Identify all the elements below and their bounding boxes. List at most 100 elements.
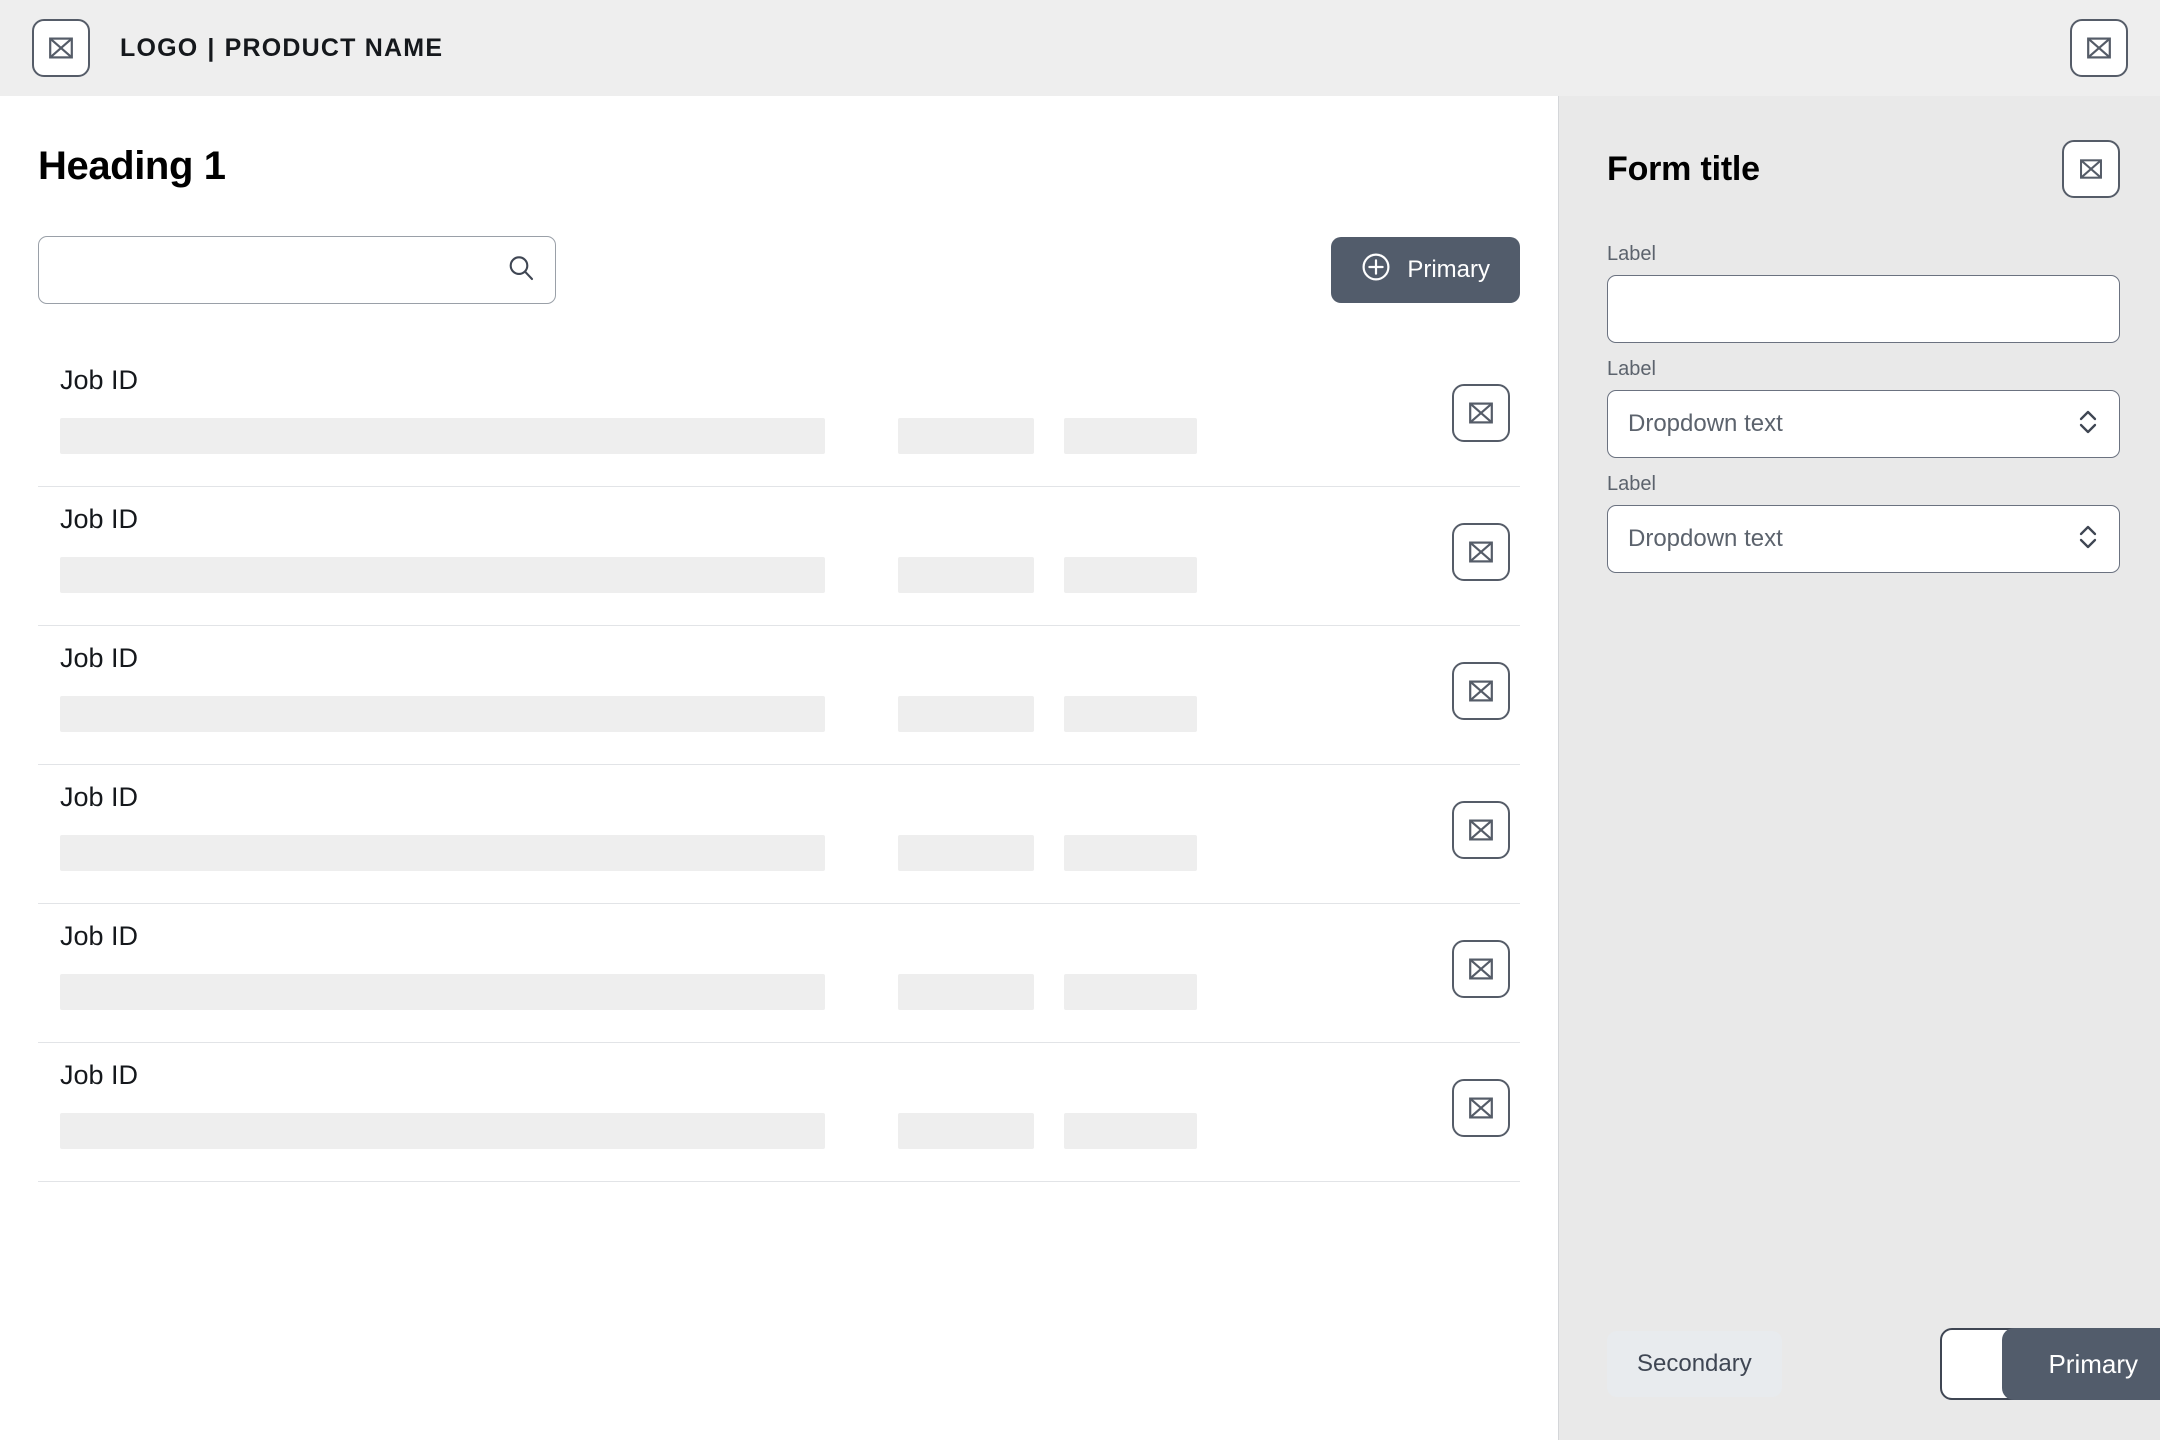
placeholder-bar-wide bbox=[60, 1113, 825, 1150]
secondary-button[interactable]: Secondary bbox=[1607, 1331, 1782, 1397]
placeholder-bar-small-1 bbox=[898, 835, 1034, 872]
row-action-button[interactable] bbox=[1452, 384, 1510, 442]
page-title: Heading 1 bbox=[38, 144, 226, 188]
logo-button[interactable] bbox=[32, 19, 90, 77]
search-icon[interactable] bbox=[505, 252, 537, 289]
table-row[interactable]: Job ID bbox=[38, 348, 1520, 487]
placeholder-bar-small-2 bbox=[1064, 1113, 1197, 1150]
row-placeholder-group bbox=[60, 418, 1398, 455]
job-id-label: Job ID bbox=[60, 782, 139, 812]
main-content: Heading 1 Primary Job ID Job ID Job ID J… bbox=[0, 96, 1558, 1440]
chevron-up-down-icon bbox=[2077, 522, 2099, 557]
field-label: Label bbox=[1607, 358, 1656, 380]
row-main-column: Job ID bbox=[38, 920, 1398, 1011]
plus-circle-icon bbox=[1361, 252, 1391, 289]
job-id-label: Job ID bbox=[60, 643, 139, 673]
add-primary-button-label: Primary bbox=[1407, 256, 1490, 283]
job-id-label: Job ID bbox=[60, 921, 139, 951]
field-label: Label bbox=[1607, 243, 1656, 265]
placeholder-bar-wide bbox=[60, 418, 825, 455]
dropdown-select-1[interactable]: Dropdown text bbox=[1607, 390, 2120, 458]
placeholder-bar-small-2 bbox=[1064, 418, 1197, 455]
placeholder-bar-small-2 bbox=[1064, 974, 1197, 1011]
brand-separator: | bbox=[207, 33, 216, 62]
row-placeholder-group bbox=[60, 835, 1398, 872]
row-main-column: Job ID bbox=[38, 1059, 1398, 1150]
placeholder-bar-small-1 bbox=[898, 974, 1034, 1011]
form-panel-header: Form title bbox=[1607, 140, 2120, 198]
brand-product-text: PRODUCT NAME bbox=[224, 33, 444, 62]
image-placeholder-icon bbox=[1468, 400, 1494, 426]
table-row[interactable]: Job ID bbox=[38, 487, 1520, 626]
row-main-column: Job ID bbox=[38, 503, 1398, 594]
search-box[interactable] bbox=[38, 236, 556, 304]
job-id-label: Job ID bbox=[60, 504, 139, 534]
row-action-button[interactable] bbox=[1452, 1079, 1510, 1137]
header-right-group bbox=[2070, 19, 2128, 77]
placeholder-bar-small-2 bbox=[1064, 835, 1197, 872]
row-placeholder-group bbox=[60, 1113, 1398, 1150]
placeholder-bar-wide bbox=[60, 696, 825, 733]
image-placeholder-icon bbox=[48, 35, 74, 61]
row-action-button[interactable] bbox=[1452, 801, 1510, 859]
add-primary-button[interactable]: Primary bbox=[1331, 237, 1520, 303]
row-placeholder-group bbox=[60, 696, 1398, 733]
dropdown-value: Dropdown text bbox=[1628, 525, 1783, 552]
placeholder-bar-wide bbox=[60, 835, 825, 872]
brand-title: LOGO | PRODUCT NAME bbox=[120, 34, 443, 63]
form-fields: Label Label Dropdown text Label Dropdown… bbox=[1607, 242, 2120, 587]
form-close-button[interactable] bbox=[2062, 140, 2120, 198]
row-main-column: Job ID bbox=[38, 364, 1398, 455]
form-title: Form title bbox=[1607, 149, 1760, 188]
footer-primary-group: Primary bbox=[1940, 1328, 2160, 1400]
placeholder-bar-wide bbox=[60, 557, 825, 594]
header-action-button[interactable] bbox=[2070, 19, 2128, 77]
job-list: Job ID Job ID Job ID Job ID Job ID Job I… bbox=[38, 348, 1520, 1182]
text-input-field[interactable] bbox=[1607, 275, 2120, 343]
image-placeholder-icon bbox=[1468, 1095, 1494, 1121]
placeholder-bar-small-1 bbox=[898, 418, 1034, 455]
row-main-column: Job ID bbox=[38, 781, 1398, 872]
form-footer: Secondary Primary bbox=[1607, 1328, 2160, 1440]
placeholder-bar-wide bbox=[60, 974, 825, 1011]
dropdown-select-2[interactable]: Dropdown text bbox=[1607, 505, 2120, 573]
image-placeholder-icon bbox=[1468, 817, 1494, 843]
placeholder-bar-small-2 bbox=[1064, 557, 1197, 594]
form-field-select-1: Label Dropdown text bbox=[1607, 357, 2120, 458]
image-placeholder-icon bbox=[1468, 678, 1494, 704]
job-id-label: Job ID bbox=[60, 1060, 139, 1090]
image-placeholder-icon bbox=[1468, 956, 1494, 982]
placeholder-bar-small-1 bbox=[898, 696, 1034, 733]
row-placeholder-group bbox=[60, 974, 1398, 1011]
select-wrapper: Dropdown text bbox=[1607, 390, 2120, 458]
table-row[interactable]: Job ID bbox=[38, 765, 1520, 904]
form-field-select-2: Label Dropdown text bbox=[1607, 472, 2120, 573]
chevron-up-down-icon bbox=[2077, 407, 2099, 442]
placeholder-bar-small-1 bbox=[898, 557, 1034, 594]
app-window: LOGO | PRODUCT NAME Heading 1 Primary Jo… bbox=[0, 0, 2160, 1440]
table-row[interactable]: Job ID bbox=[38, 626, 1520, 765]
placeholder-bar-small-2 bbox=[1064, 696, 1197, 733]
job-id-label: Job ID bbox=[60, 365, 139, 395]
form-field-text: Label bbox=[1607, 242, 2120, 343]
search-input[interactable] bbox=[59, 237, 505, 303]
image-placeholder-icon bbox=[1468, 539, 1494, 565]
select-wrapper: Dropdown text bbox=[1607, 505, 2120, 573]
field-label: Label bbox=[1607, 473, 1656, 495]
app-header: LOGO | PRODUCT NAME bbox=[0, 0, 2160, 96]
row-action-button[interactable] bbox=[1452, 940, 1510, 998]
placeholder-bar-small-1 bbox=[898, 1113, 1034, 1150]
app-body: Heading 1 Primary Job ID Job ID Job ID J… bbox=[0, 96, 2160, 1440]
table-row[interactable]: Job ID bbox=[38, 1043, 1520, 1182]
row-main-column: Job ID bbox=[38, 642, 1398, 733]
row-action-button[interactable] bbox=[1452, 523, 1510, 581]
row-placeholder-group bbox=[60, 557, 1398, 594]
row-action-button[interactable] bbox=[1452, 662, 1510, 720]
header-left-group: LOGO | PRODUCT NAME bbox=[32, 19, 443, 77]
dropdown-value: Dropdown text bbox=[1628, 410, 1783, 437]
form-primary-button[interactable]: Primary bbox=[2002, 1328, 2160, 1400]
form-panel: Form title Label Label Dropdown text Lab… bbox=[1558, 96, 2160, 1440]
table-row[interactable]: Job ID bbox=[38, 904, 1520, 1043]
image-placeholder-icon bbox=[2079, 157, 2103, 181]
brand-logo-text: LOGO bbox=[120, 33, 199, 62]
